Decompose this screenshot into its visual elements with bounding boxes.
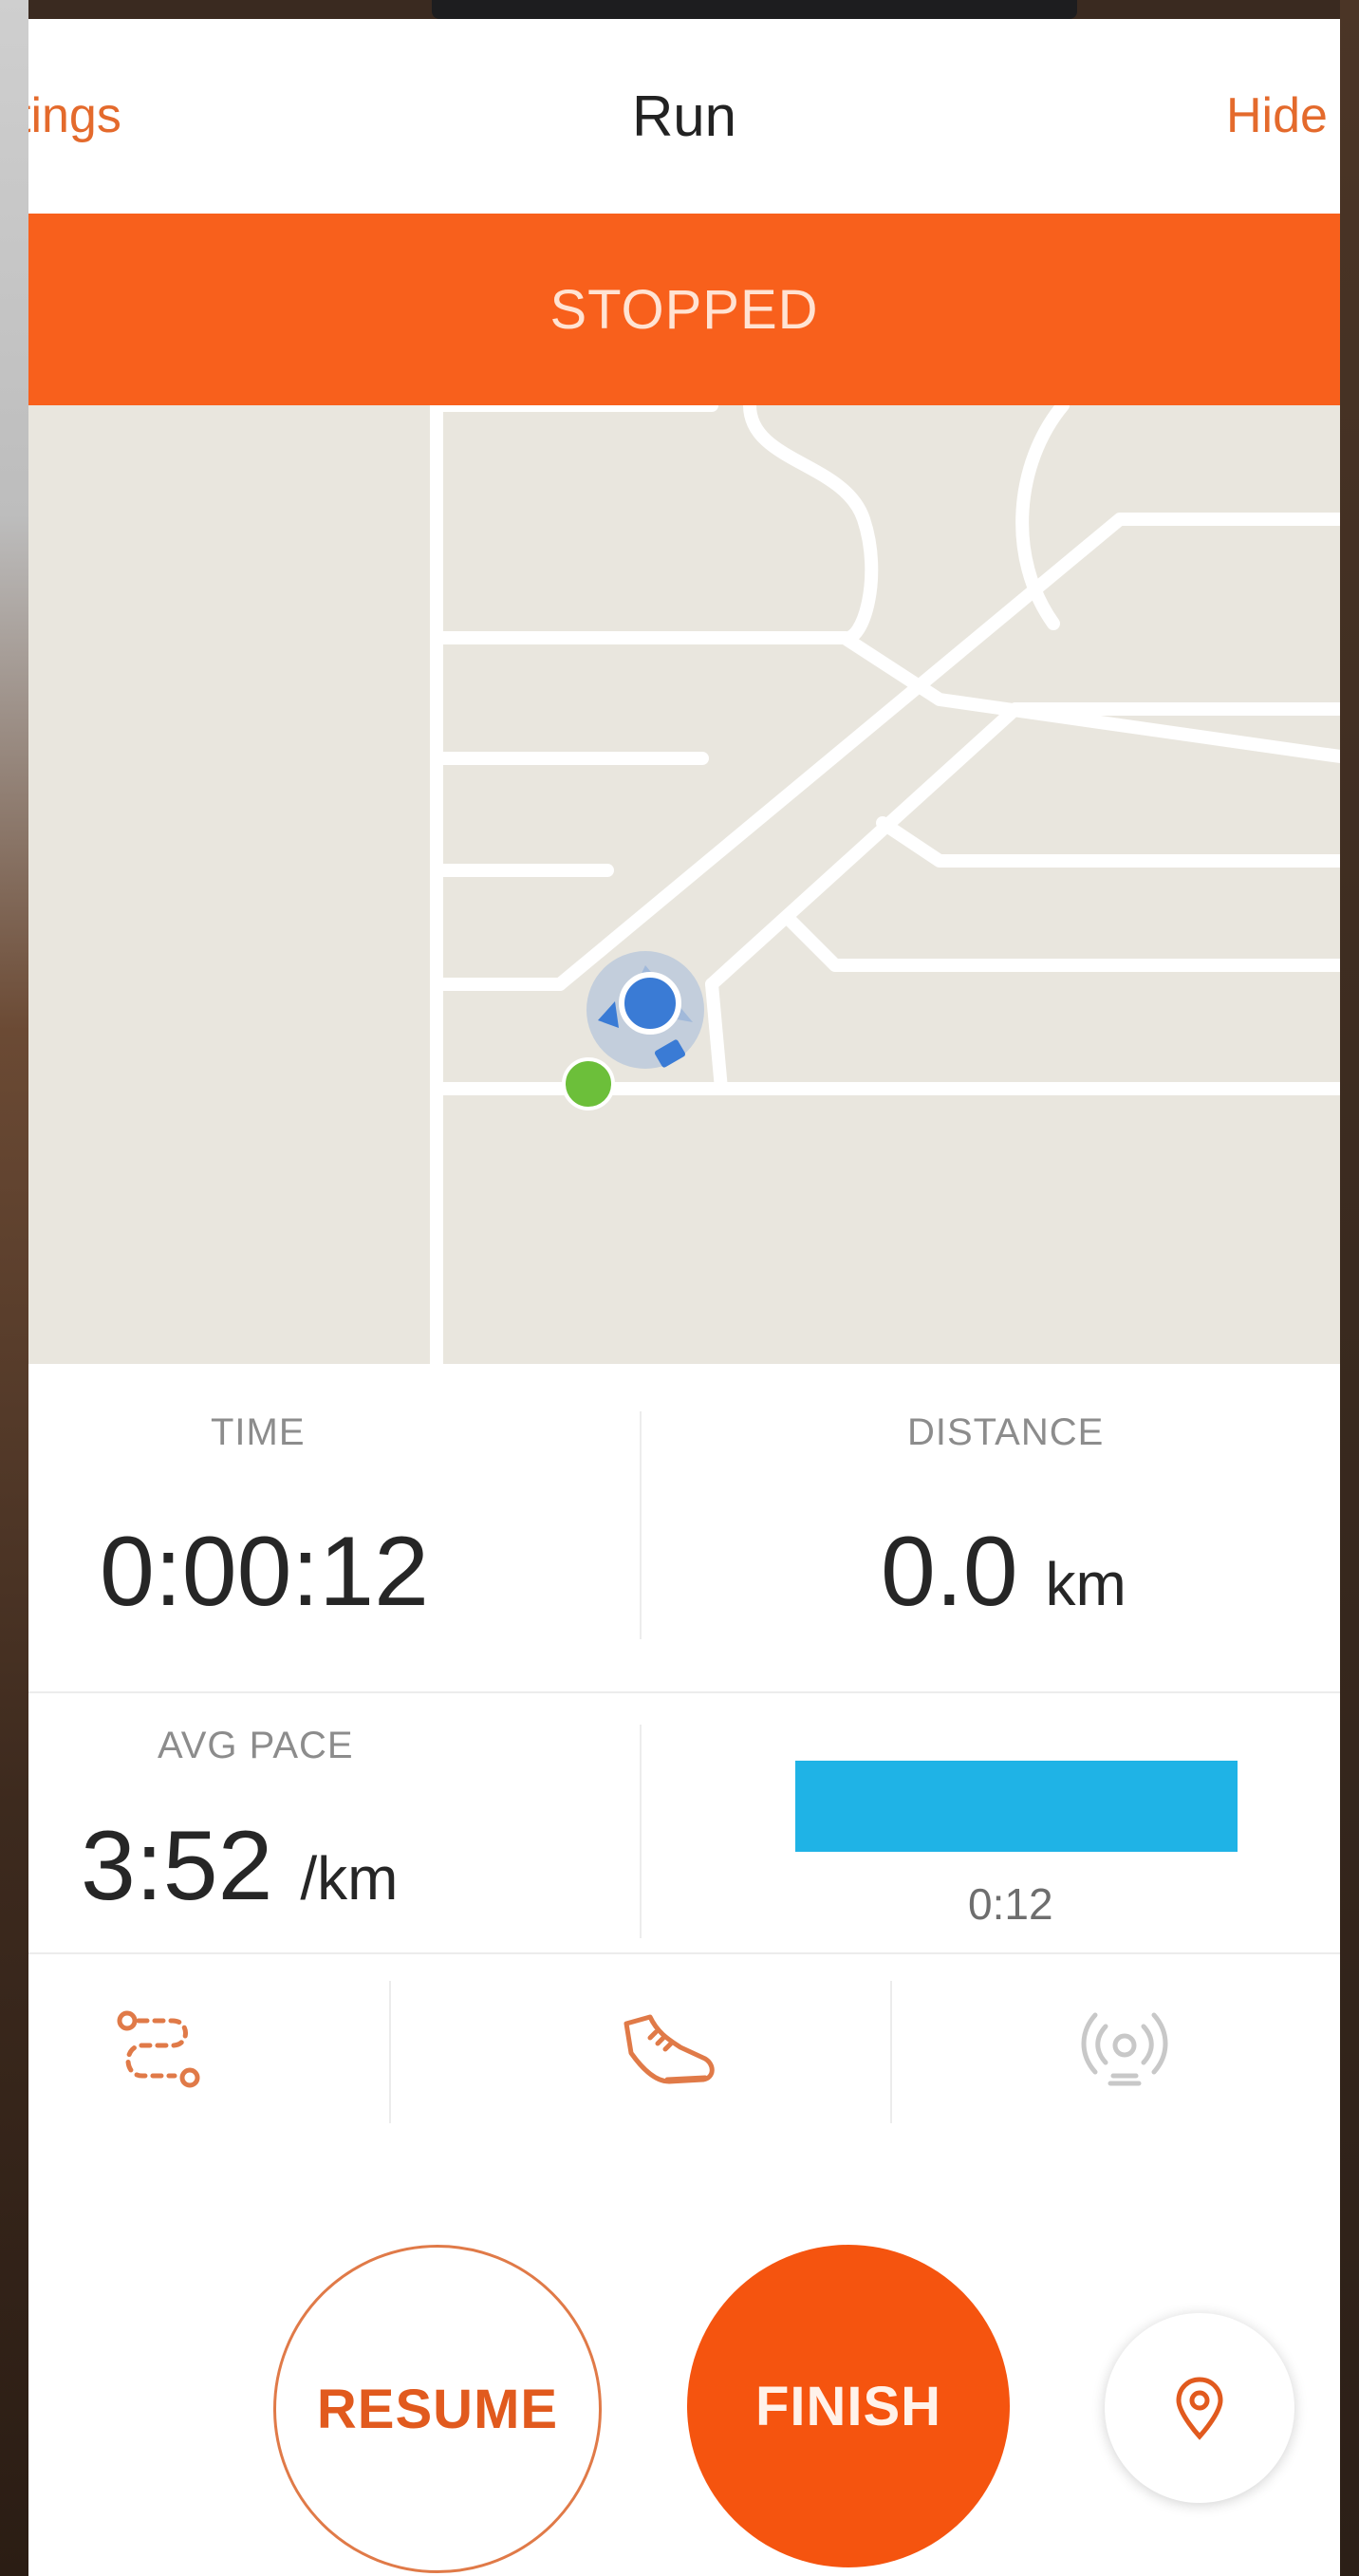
time-label: TIME	[211, 1411, 306, 1453]
time-value: 0:00:12	[100, 1517, 429, 1627]
status-text: STOPPED	[549, 278, 819, 341]
map-view[interactable]	[28, 405, 1340, 1364]
distance-value: 0.0	[881, 1517, 1018, 1627]
gear-shoe-button[interactable]	[598, 1981, 740, 2123]
toolbar-top-divider	[28, 1952, 1340, 1954]
background-right	[1340, 0, 1359, 2576]
stats-divider-vertical-1	[640, 1411, 642, 1639]
avg-pace-label: AVG PACE	[158, 1725, 354, 1766]
nav-bar: tings Run Hide	[28, 19, 1340, 214]
beacon-button[interactable]	[1053, 1981, 1196, 2123]
status-banner: STOPPED	[28, 214, 1340, 405]
split-bar	[795, 1761, 1238, 1852]
avg-pace-unit: /km	[300, 1844, 399, 1913]
resume-button[interactable]: RESUME	[273, 2245, 602, 2573]
start-marker	[562, 1057, 615, 1111]
activity-toolbar	[28, 1952, 1340, 2152]
split-time: 0:12	[968, 1879, 1053, 1929]
locate-button[interactable]	[1105, 2313, 1294, 2503]
route-button[interactable]	[87, 1981, 230, 2123]
hide-button[interactable]: Hide	[1226, 87, 1328, 144]
distance-unit: km	[1045, 1550, 1126, 1618]
route-icon	[117, 2010, 200, 2088]
avg-pace-value: 3:52	[81, 1811, 273, 1921]
app-screen: tings Run Hide STOPPED	[28, 19, 1340, 2576]
background-left	[0, 0, 28, 2576]
page-title: Run	[631, 84, 737, 148]
distance-value-group: 0.0 km	[881, 1516, 1126, 1629]
location-pin-icon	[1176, 2377, 1223, 2440]
avg-pace-value-group: 3:52 /km	[81, 1810, 398, 1923]
toolbar-divider-1	[389, 1981, 391, 2123]
shoe-icon	[624, 2014, 715, 2084]
distance-label: DISTANCE	[907, 1411, 1105, 1453]
map-streets	[430, 405, 1340, 1364]
toolbar-divider-2	[890, 1981, 892, 2123]
finish-button[interactable]: FINISH	[687, 2245, 1010, 2567]
run-controls: RESUME FINISH	[28, 2152, 1340, 2576]
stats-divider-horizontal	[28, 1691, 1340, 1693]
stats-panel: TIME 0:00:12 DISTANCE 0.0 km AVG PACE 3:…	[28, 1364, 1340, 1952]
stats-divider-vertical-2	[640, 1725, 642, 1938]
user-location-marker	[586, 951, 704, 1069]
beacon-icon	[1081, 2012, 1168, 2086]
device-notch	[432, 0, 1077, 19]
